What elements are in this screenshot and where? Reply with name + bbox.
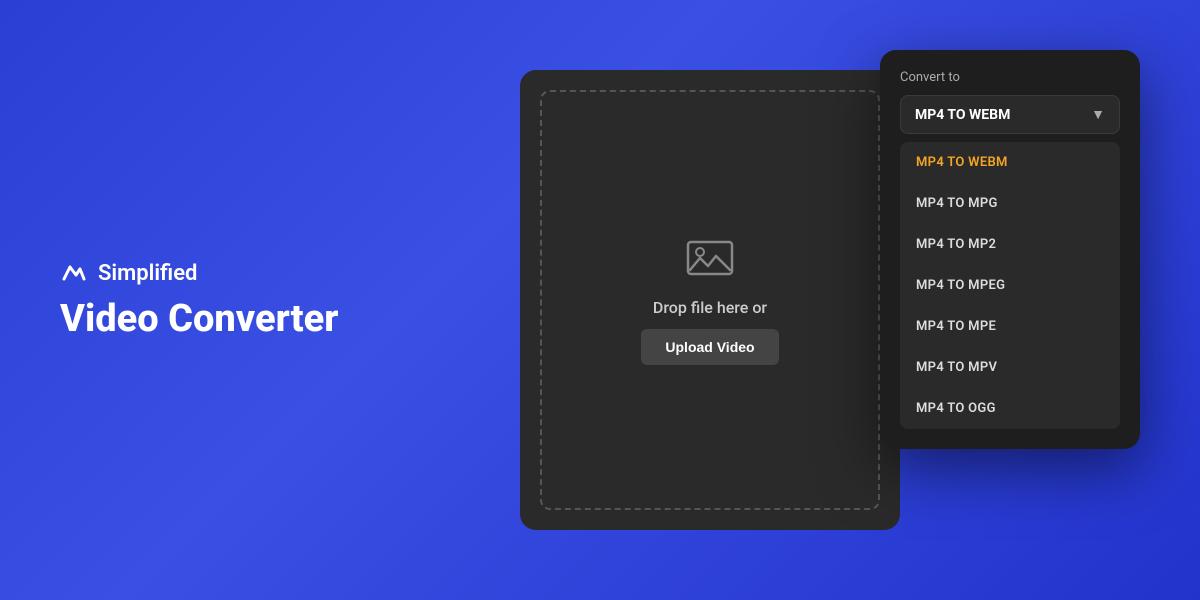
brand-logo: Simplified — [60, 259, 338, 287]
convert-to-label: Convert to — [900, 70, 1120, 85]
dropdown-item[interactable]: MP4 TO MP2 — [900, 224, 1120, 265]
dropdown-list: MP4 TO WEBMMP4 TO MPGMP4 TO MP2MP4 TO MP… — [900, 142, 1120, 429]
chevron-down-icon: ▼ — [1091, 106, 1105, 123]
dropdown-item[interactable]: MP4 TO OGG — [900, 388, 1120, 429]
branding-section: Simplified Video Converter — [60, 259, 338, 341]
dropdown-item[interactable]: MP4 TO WEBM — [900, 142, 1120, 183]
dropdown-item[interactable]: MP4 TO MPE — [900, 306, 1120, 347]
ui-container: Drop file here or Upload Video Convert t… — [520, 50, 1140, 550]
dropdown-list-inner[interactable]: MP4 TO WEBMMP4 TO MPGMP4 TO MP2MP4 TO MP… — [900, 142, 1120, 429]
simplified-logo-icon — [60, 259, 88, 287]
main-card: Drop file here or Upload Video — [520, 70, 900, 530]
brand-title: Video Converter — [60, 299, 338, 341]
upload-image-icon — [686, 236, 734, 286]
dropdown-item[interactable]: MP4 TO MPG — [900, 183, 1120, 224]
brand-name-text: Simplified — [98, 261, 197, 286]
drop-text: Drop file here or — [653, 298, 767, 317]
selected-option-text: MP4 TO WEBM — [915, 107, 1010, 123]
convert-panel: Convert to MP4 TO WEBM ▼ MP4 TO WEBMMP4 … — [880, 50, 1140, 449]
dropdown-item[interactable]: MP4 TO MPEG — [900, 265, 1120, 306]
convert-select-button[interactable]: MP4 TO WEBM ▼ — [900, 95, 1120, 134]
dropdown-item[interactable]: MP4 TO MPV — [900, 347, 1120, 388]
upload-video-button[interactable]: Upload Video — [641, 329, 778, 365]
drop-zone[interactable]: Drop file here or Upload Video — [540, 90, 880, 510]
